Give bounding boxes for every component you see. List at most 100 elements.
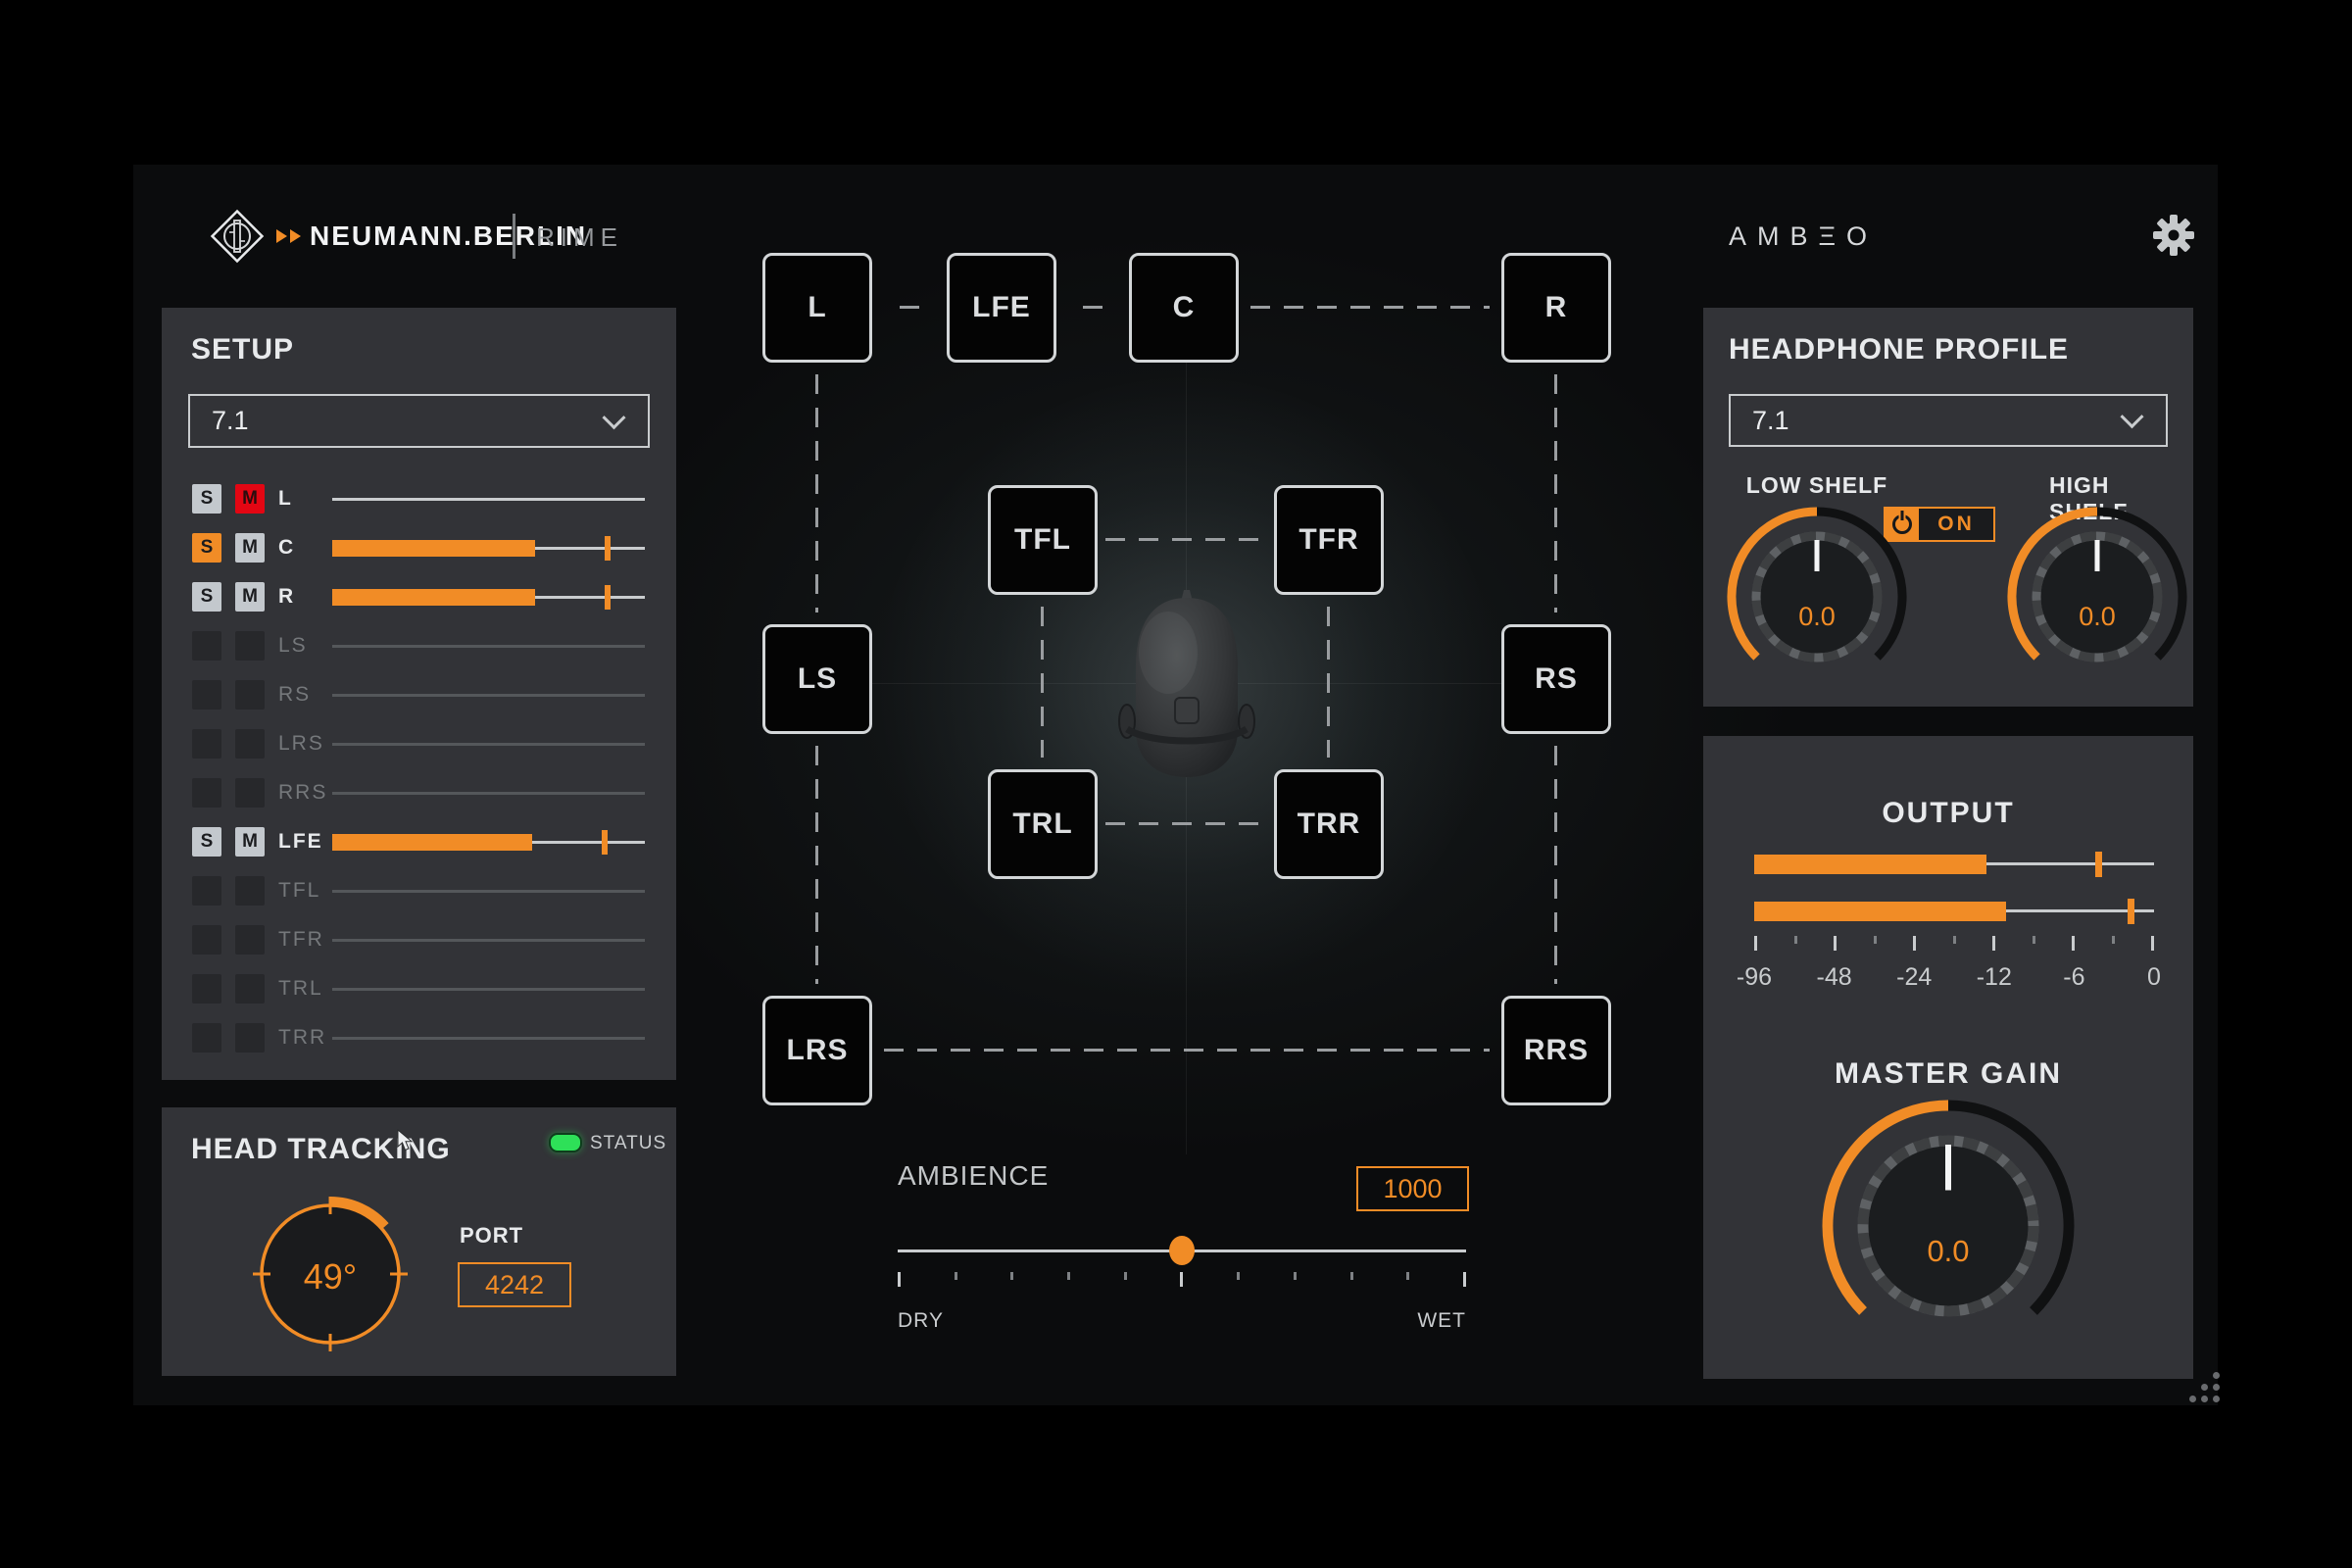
brand-chevrons-icon	[276, 229, 301, 243]
settings-gear-icon[interactable]	[2152, 214, 2195, 257]
mute-button-LS[interactable]	[235, 631, 265, 661]
output-scale-tick	[2112, 936, 2115, 944]
output-meter-1	[1754, 852, 2154, 877]
head-tracking-panel: HEAD TRACKING STATUS 49° PORT	[162, 1107, 676, 1376]
channel-row-TFL: TFL	[162, 866, 676, 915]
solo-button-TFL[interactable]	[192, 876, 221, 906]
ambience-value-box[interactable]: 1000	[1356, 1166, 1469, 1211]
ambience-tick	[898, 1272, 901, 1287]
connector-l-lfe	[900, 306, 919, 309]
output-scale-tick	[1794, 936, 1797, 944]
connector-left-top	[815, 374, 818, 612]
low-shelf-knob[interactable]	[1709, 489, 1925, 705]
output-scale-tick	[1992, 936, 1995, 951]
ambience-tick	[1010, 1272, 1013, 1280]
mute-button-L[interactable]: M	[235, 484, 265, 514]
solo-button-LS[interactable]	[192, 631, 221, 661]
chevron-down-icon	[602, 406, 625, 429]
channel-row-RS: RS	[162, 670, 676, 719]
speaker-box-LRS: LRS	[762, 996, 872, 1105]
headphone-profile-value: 7.1	[1752, 406, 1789, 436]
output-scale-ticks	[1754, 936, 2154, 951]
mute-button-LFE[interactable]: M	[235, 827, 265, 857]
solo-button-LRS[interactable]	[192, 729, 221, 759]
setup-layout-dropdown[interactable]: 7.1	[188, 394, 650, 448]
channel-meter-RRS	[332, 768, 645, 817]
ambience-dry-label: DRY	[898, 1309, 944, 1333]
ambience-label: AMBIENCE	[898, 1160, 1049, 1192]
channel-meter-LRS	[332, 719, 645, 768]
speaker-box-TFR: TFR	[1274, 485, 1384, 595]
mute-button-C[interactable]: M	[235, 533, 265, 563]
output-scale-labels: -96-48-24-12-60	[1754, 963, 2154, 993]
connector-left-bottom	[815, 746, 818, 984]
speaker-box-LS: LS	[762, 624, 872, 734]
channel-label-LRS: LRS	[278, 732, 332, 756]
channel-label-TFL: TFL	[278, 879, 332, 903]
mute-button-TRR[interactable]	[235, 1023, 265, 1053]
solo-button-TRL[interactable]	[192, 974, 221, 1004]
solo-button-RS[interactable]	[192, 680, 221, 710]
speaker-box-LFE: LFE	[947, 253, 1056, 363]
ambience-tick	[1406, 1272, 1409, 1280]
master-gain-knob[interactable]	[1801, 1079, 2095, 1373]
speaker-box-RS: RS	[1501, 624, 1611, 734]
ambience-slider-track[interactable]	[898, 1250, 1466, 1252]
status-label: STATUS	[590, 1133, 666, 1154]
setup-panel: SETUP 7.1 SMLSMCSMRLSRSLRSRRSSMLFETFLTFR…	[162, 308, 676, 1080]
connector-lrs-rrs	[884, 1049, 1490, 1052]
speaker-box-TRL: TRL	[988, 769, 1098, 879]
high-shelf-knob[interactable]	[1989, 489, 2205, 705]
channel-label-LFE: LFE	[278, 830, 332, 854]
connector-lfe-c	[1083, 306, 1102, 309]
solo-button-RRS[interactable]	[192, 778, 221, 808]
channel-row-R: SMR	[162, 572, 676, 621]
channel-row-LS: LS	[162, 621, 676, 670]
channel-label-TFR: TFR	[278, 928, 332, 952]
port-input[interactable]	[458, 1262, 571, 1307]
channel-meter-TFL	[332, 866, 645, 915]
mute-button-RS[interactable]	[235, 680, 265, 710]
high-shelf-value: 0.0	[2079, 602, 2116, 632]
ambience-slider-thumb[interactable]	[1169, 1236, 1195, 1265]
output-scale-tick	[2072, 936, 2075, 951]
channel-row-L: SML	[162, 474, 676, 523]
output-scale-label: -12	[1977, 963, 2012, 992]
ambience-tick	[1294, 1272, 1297, 1280]
solo-button-R[interactable]: S	[192, 582, 221, 612]
output-scale-label: -48	[1817, 963, 1852, 992]
output-scale-label: -24	[1896, 963, 1932, 992]
channel-meter-L	[332, 474, 645, 523]
headphone-profile-dropdown[interactable]: 7.1	[1729, 394, 2168, 447]
channel-row-TFR: TFR	[162, 915, 676, 964]
channel-row-TRR: TRR	[162, 1013, 676, 1062]
channel-row-RRS: RRS	[162, 768, 676, 817]
connector-top-left-col	[1041, 607, 1044, 758]
solo-button-LFE[interactable]: S	[192, 827, 221, 857]
mute-button-LRS[interactable]	[235, 729, 265, 759]
channel-label-LS: LS	[278, 634, 332, 658]
channel-meter-R	[332, 572, 645, 621]
mute-button-TRL[interactable]	[235, 974, 265, 1004]
channel-list: SMLSMCSMRLSRSLRSRRSSMLFETFLTFRTRLTRR	[162, 474, 676, 1062]
ambience-tick	[1067, 1272, 1070, 1280]
mute-button-TFL[interactable]	[235, 876, 265, 906]
channel-label-TRR: TRR	[278, 1026, 332, 1050]
shelf-enable-label: ON	[1919, 509, 1993, 540]
mute-button-R[interactable]: M	[235, 582, 265, 612]
output-scale-tick	[1953, 936, 1956, 944]
channel-label-RRS: RRS	[278, 781, 332, 805]
channel-label-TRL: TRL	[278, 977, 332, 1001]
channel-label-R: R	[278, 585, 332, 609]
channel-meter-RS	[332, 670, 645, 719]
mute-button-RRS[interactable]	[235, 778, 265, 808]
solo-button-L[interactable]: S	[192, 484, 221, 514]
ambience-tick	[1124, 1272, 1127, 1280]
solo-button-TRR[interactable]	[192, 1023, 221, 1053]
speaker-box-R: R	[1501, 253, 1611, 363]
ambience-tick-scale	[898, 1272, 1466, 1287]
mute-button-TFR[interactable]	[235, 925, 265, 955]
solo-button-TFR[interactable]	[192, 925, 221, 955]
solo-button-C[interactable]: S	[192, 533, 221, 563]
output-scale-tick	[1874, 936, 1877, 944]
